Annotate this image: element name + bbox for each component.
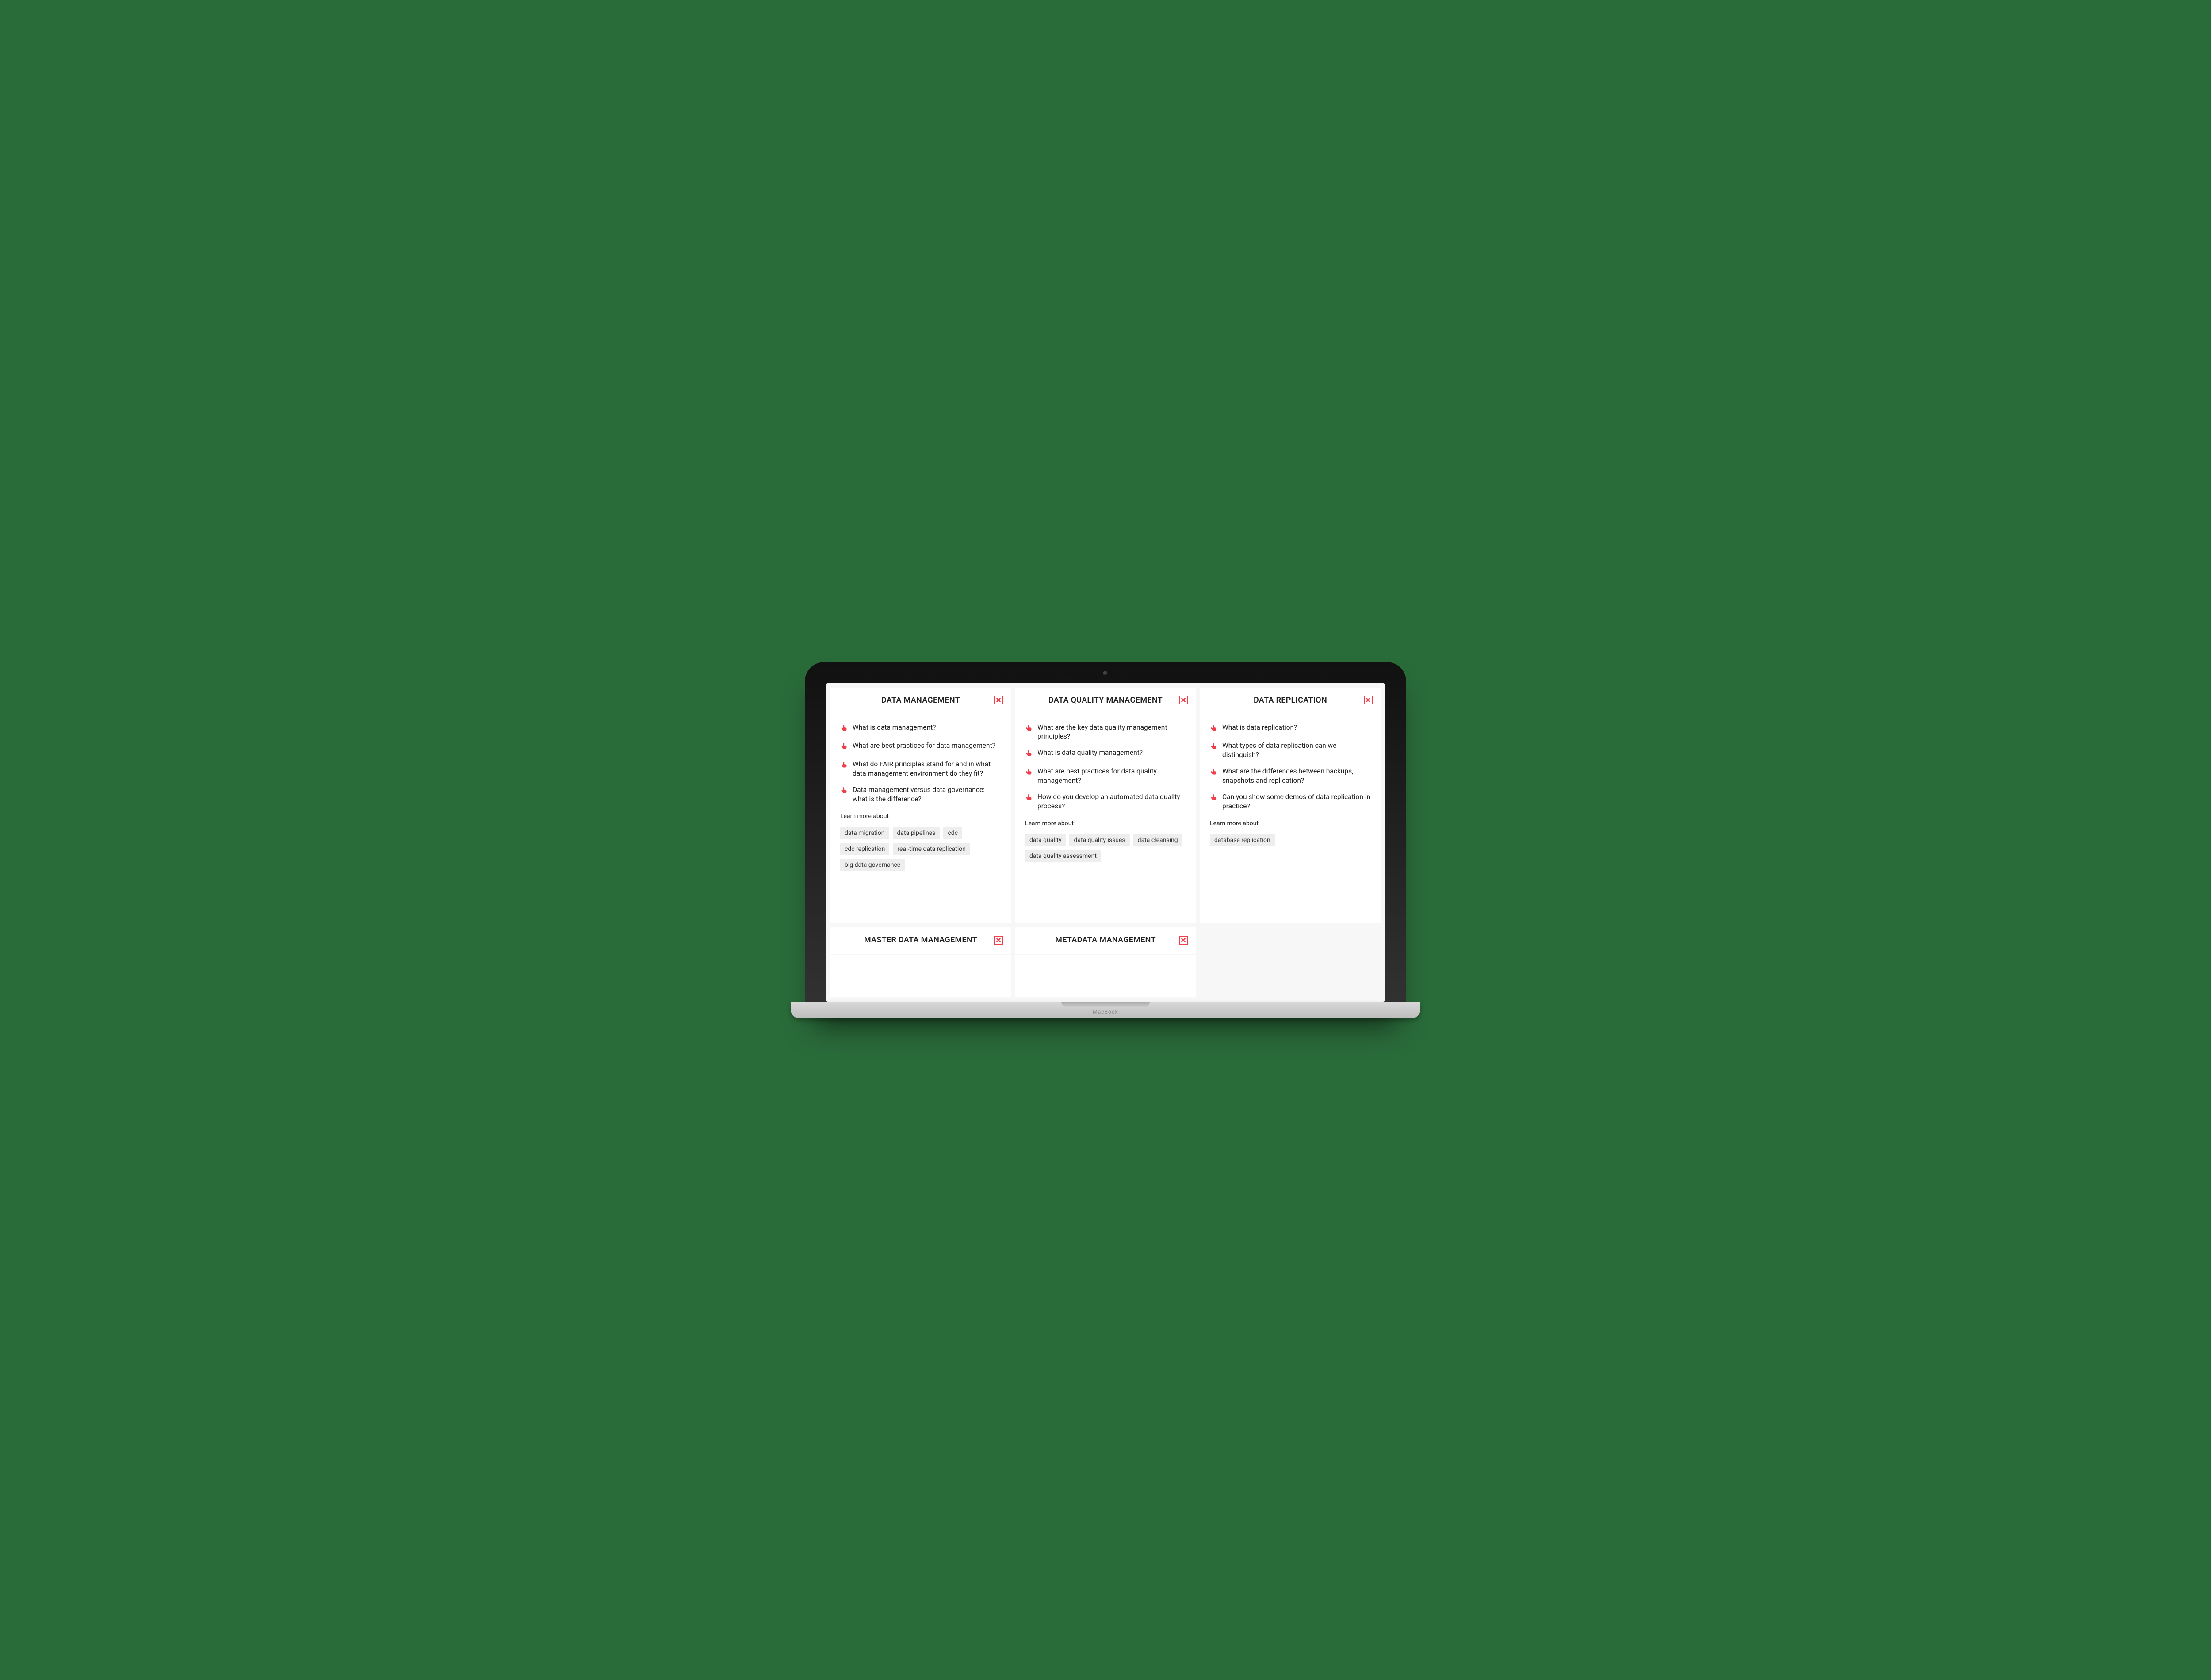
tag[interactable]: data quality issues — [1069, 834, 1129, 846]
card-header: METADATA MANAGEMENT — [1015, 927, 1196, 955]
card-header: MASTER DATA MANAGEMENT — [830, 927, 1011, 955]
question-text: What types of data replication can we di… — [1222, 741, 1371, 760]
question-link[interactable]: What is data management? — [840, 723, 1001, 735]
close-icon[interactable] — [994, 696, 1003, 704]
card-master-data-management: MASTER DATA MANAGEMENT — [830, 927, 1011, 997]
empty-cell — [1200, 927, 1381, 997]
pointer-icon — [1025, 793, 1033, 804]
card-data-quality-management: DATA QUALITY MANAGEMENT What are the key… — [1015, 688, 1196, 923]
card-title: DATA MANAGEMENT — [862, 696, 979, 705]
question-link[interactable]: How do you develop an automated data qua… — [1025, 792, 1186, 811]
close-icon[interactable] — [1364, 696, 1373, 704]
card-data-management: DATA MANAGEMENT What is data management?… — [830, 688, 1011, 923]
question-link[interactable]: What is data quality management? — [1025, 748, 1186, 760]
question-link[interactable]: Data management versus data governance: … — [840, 785, 1001, 804]
tag[interactable]: cdc — [943, 827, 962, 839]
question-text: What is data replication? — [1222, 723, 1297, 732]
pointer-icon — [840, 724, 848, 735]
card-body: What is data replication? What types of … — [1200, 715, 1381, 856]
question-text: What is data quality management? — [1037, 748, 1143, 758]
tag-list: data migration data pipelines cdc cdc re… — [840, 827, 1001, 871]
close-icon[interactable] — [1179, 696, 1188, 704]
tag[interactable]: data quality assessment — [1025, 850, 1101, 862]
question-link[interactable]: What are the differences between backups… — [1210, 767, 1371, 785]
pointer-icon — [1210, 793, 1218, 804]
pointer-icon — [840, 786, 848, 797]
learn-more-label: Learn more about — [1210, 820, 1371, 827]
card-body: What is data management? What are best p… — [830, 715, 1011, 881]
pointer-icon — [1025, 749, 1033, 760]
card-title: DATA QUALITY MANAGEMENT — [1029, 696, 1182, 705]
card-grid: DATA MANAGEMENT What is data management?… — [826, 683, 1385, 1002]
card-title: DATA REPLICATION — [1234, 696, 1346, 705]
card-title: MASTER DATA MANAGEMENT — [845, 935, 997, 945]
pointer-icon — [1025, 768, 1033, 778]
laptop-frame: DATA MANAGEMENT What is data management?… — [805, 662, 1406, 1018]
learn-more-label: Learn more about — [840, 813, 1001, 820]
card-header: DATA QUALITY MANAGEMENT — [1015, 688, 1196, 715]
card-title: METADATA MANAGEMENT — [1036, 935, 1175, 945]
question-text: What do FAIR principles stand for and in… — [853, 760, 1001, 778]
question-link[interactable]: What is data replication? — [1210, 723, 1371, 735]
question-text: What are best practices for data managem… — [853, 741, 995, 750]
tag[interactable]: big data governance — [840, 859, 905, 871]
tag[interactable]: cdc replication — [840, 843, 889, 855]
tag-list: database replication — [1210, 834, 1371, 846]
card-data-replication: DATA REPLICATION What is data replicatio… — [1200, 688, 1381, 923]
close-icon[interactable] — [1179, 936, 1188, 945]
learn-more-label: Learn more about — [1025, 820, 1186, 827]
tag-list: data quality data quality issues data cl… — [1025, 834, 1186, 862]
pointer-icon — [840, 742, 848, 753]
question-text: What are the differences between backups… — [1222, 767, 1371, 785]
question-text: What are best practices for data quality… — [1037, 767, 1186, 785]
device-brand: MacBook — [1093, 1009, 1118, 1015]
close-icon[interactable] — [994, 936, 1003, 945]
card-metadata-management: METADATA MANAGEMENT — [1015, 927, 1196, 997]
tag[interactable]: database replication — [1210, 834, 1275, 846]
tag[interactable]: data cleansing — [1133, 834, 1182, 846]
camera-dot — [1103, 671, 1108, 676]
question-text: What are the key data quality management… — [1037, 723, 1186, 742]
question-text: Can you show some demos of data replicat… — [1222, 792, 1371, 811]
pointer-icon — [1210, 742, 1218, 753]
tag[interactable]: data migration — [840, 827, 889, 839]
question-link[interactable]: Can you show some demos of data replicat… — [1210, 792, 1371, 811]
pointer-icon — [1210, 724, 1218, 735]
tag[interactable]: data quality — [1025, 834, 1066, 846]
card-header: DATA MANAGEMENT — [830, 688, 1011, 715]
screen: DATA MANAGEMENT What is data management?… — [826, 683, 1385, 1002]
question-text: How do you develop an automated data qua… — [1037, 792, 1186, 811]
card-body: What are the key data quality management… — [1015, 715, 1196, 872]
pointer-icon — [1025, 724, 1033, 735]
question-link[interactable]: What are best practices for data quality… — [1025, 767, 1186, 785]
pointer-icon — [1210, 768, 1218, 778]
question-link[interactable]: What are best practices for data managem… — [840, 741, 1001, 753]
question-text: Data management versus data governance: … — [853, 785, 1001, 804]
question-text: What is data management? — [853, 723, 936, 732]
tag[interactable]: real-time data replication — [893, 843, 970, 855]
laptop-base: MacBook — [791, 1002, 1420, 1018]
question-link[interactable]: What types of data replication can we di… — [1210, 741, 1371, 760]
card-header: DATA REPLICATION — [1200, 688, 1381, 715]
question-link[interactable]: What do FAIR principles stand for and in… — [840, 760, 1001, 778]
question-link[interactable]: What are the key data quality management… — [1025, 723, 1186, 742]
pointer-icon — [840, 761, 848, 771]
tag[interactable]: data pipelines — [893, 827, 940, 839]
